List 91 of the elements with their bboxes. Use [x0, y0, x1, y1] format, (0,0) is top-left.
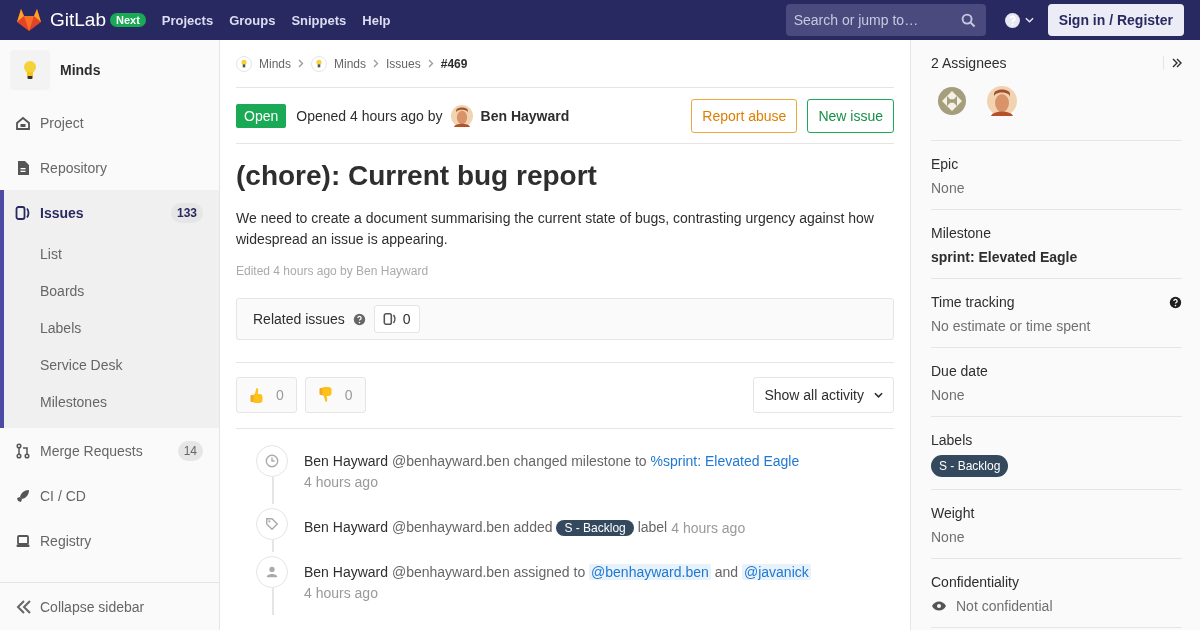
sidebar-item[interactable]: Issues 133	[4, 190, 219, 235]
issues-icon	[15, 204, 31, 221]
nav-link[interactable]: Snippets	[285, 8, 353, 32]
fox-logo-icon	[16, 8, 42, 32]
opened-text: Opened 4 hours ago by	[296, 107, 443, 124]
chevron-right-icon	[298, 59, 304, 68]
sidebar-subitem[interactable]: Boards	[4, 272, 219, 309]
user-mention-link[interactable]: @benhayward.ben	[589, 564, 711, 580]
count-badge: 14	[177, 440, 203, 461]
breadcrumb-link[interactable]: Minds	[334, 56, 367, 71]
sidebar-item[interactable]: Registry	[0, 518, 219, 563]
report-abuse-button[interactable]: Report abuse	[691, 98, 798, 133]
assignees-title: 2 Assignees	[931, 55, 1007, 71]
lightbulb-icon	[23, 60, 37, 80]
activity-text: Ben Hayward @benhayward.ben added S - Backlog label	[304, 517, 668, 538]
activity-filter-dropdown[interactable]: Show all activity	[753, 377, 894, 413]
merge-request-icon	[15, 442, 31, 459]
milestone-link[interactable]: %sprint: Elevated Eagle	[650, 453, 800, 469]
section-title: Labels	[931, 432, 973, 448]
edited-note: Edited 4 hours ago by Ben Hayward	[236, 264, 430, 278]
breadcrumb-link[interactable]: Minds	[259, 56, 291, 71]
project-name[interactable]: Minds	[60, 62, 101, 78]
timestamp: 4 hours ago	[671, 518, 746, 538]
search-icon	[960, 13, 976, 28]
sidebar-item[interactable]: CI / CD	[0, 473, 219, 518]
section-title: Milestone	[931, 225, 991, 241]
issue-title: (chore): Current bug report	[236, 160, 598, 192]
double-chevron-left-icon	[16, 599, 32, 614]
home-icon	[15, 114, 31, 131]
sign-in-button[interactable]: Sign in / Register	[1047, 4, 1184, 36]
issue-count-button[interactable]: 0	[373, 305, 420, 333]
activity-text: Ben Hayward @benhayward.ben changed milestone to %sprint: Elevated Eagle	[304, 452, 800, 471]
laptop-icon	[15, 532, 31, 549]
activity-text: Ben Hayward @benhayward.ben assigned to @benhayward.ben and @javanick	[304, 563, 811, 582]
sidebar-item[interactable]: Project	[0, 100, 219, 145]
thumbs-down-icon[interactable]	[317, 386, 335, 404]
sidebar-subitem[interactable]: Labels	[4, 309, 219, 346]
sidebar-subitem[interactable]: List	[4, 235, 219, 272]
nav-link[interactable]: Help	[356, 8, 397, 32]
next-badge: Next	[110, 13, 146, 27]
section-title: Epic	[931, 156, 959, 172]
user-mention-link[interactable]: @javanick	[741, 564, 811, 580]
sidebar-item[interactable]: Repository	[0, 145, 219, 190]
double-chevron-right-icon[interactable]	[1172, 58, 1182, 68]
author-name[interactable]: Ben Hayward	[480, 107, 570, 124]
section-value: None	[931, 386, 966, 404]
panel-title: Related issues	[253, 311, 345, 327]
avatar	[450, 104, 473, 127]
section-value: No estimate or time spent	[931, 317, 1092, 335]
status-badge: Open	[236, 103, 287, 128]
collapse-sidebar-button[interactable]: Collapse sidebar	[0, 582, 219, 630]
section-value: None	[931, 528, 966, 546]
issues-icon	[382, 312, 397, 326]
section-value: Not confidential	[956, 597, 1053, 615]
breadcrumb-link[interactable]: Issues	[386, 56, 421, 71]
sidebar-subitem[interactable]: Milestones	[4, 383, 219, 420]
sidebar-subitem[interactable]: Service Desk	[4, 346, 219, 383]
timestamp: 4 hours ago	[304, 584, 379, 603]
section-value: None	[931, 179, 966, 197]
lightbulb-icon	[241, 59, 247, 68]
caret-icon[interactable]	[1024, 17, 1034, 23]
section-title: Due date	[931, 363, 988, 379]
sidebar-item[interactable]: Merge Requests 14	[0, 428, 219, 473]
nav-link[interactable]: Projects	[155, 8, 220, 32]
chevron-right-icon	[373, 59, 380, 68]
issue-description: We need to create a document summarising the current state of bugs, contrasting urgency against how widespread an issue is appearing.	[236, 209, 875, 249]
thumbs-up-icon[interactable]	[249, 386, 266, 404]
breadcrumb-link[interactable]: #469	[440, 56, 468, 71]
section-title: Confidentiality	[931, 574, 1019, 590]
brand-name[interactable]: GitLab	[50, 9, 106, 31]
chevron-down-icon	[874, 392, 883, 398]
tag-icon	[265, 517, 279, 531]
eye-icon	[931, 600, 947, 612]
section-title: Time tracking	[931, 294, 1015, 310]
rocket-icon	[15, 487, 31, 504]
timestamp: 4 hours ago	[304, 473, 379, 492]
person-icon	[265, 565, 279, 579]
section-title: Weight	[931, 505, 975, 521]
chevron-right-icon	[427, 59, 434, 68]
label-badge[interactable]: S - Backlog	[556, 519, 634, 536]
clock-icon	[265, 454, 279, 468]
count-badge: 133	[170, 202, 203, 223]
label-badge[interactable]: S - Backlog	[931, 455, 1009, 477]
nav-link[interactable]: Groups	[223, 8, 282, 32]
avatar	[987, 86, 1017, 116]
document-icon	[15, 159, 31, 176]
pattern-avatar	[937, 86, 967, 116]
new-issue-button[interactable]: New issue	[807, 98, 894, 133]
lightbulb-icon	[316, 59, 322, 68]
search-field[interactable]: Search or jump to…	[785, 4, 986, 36]
section-value: sprint: Elevated Eagle	[931, 248, 1079, 266]
